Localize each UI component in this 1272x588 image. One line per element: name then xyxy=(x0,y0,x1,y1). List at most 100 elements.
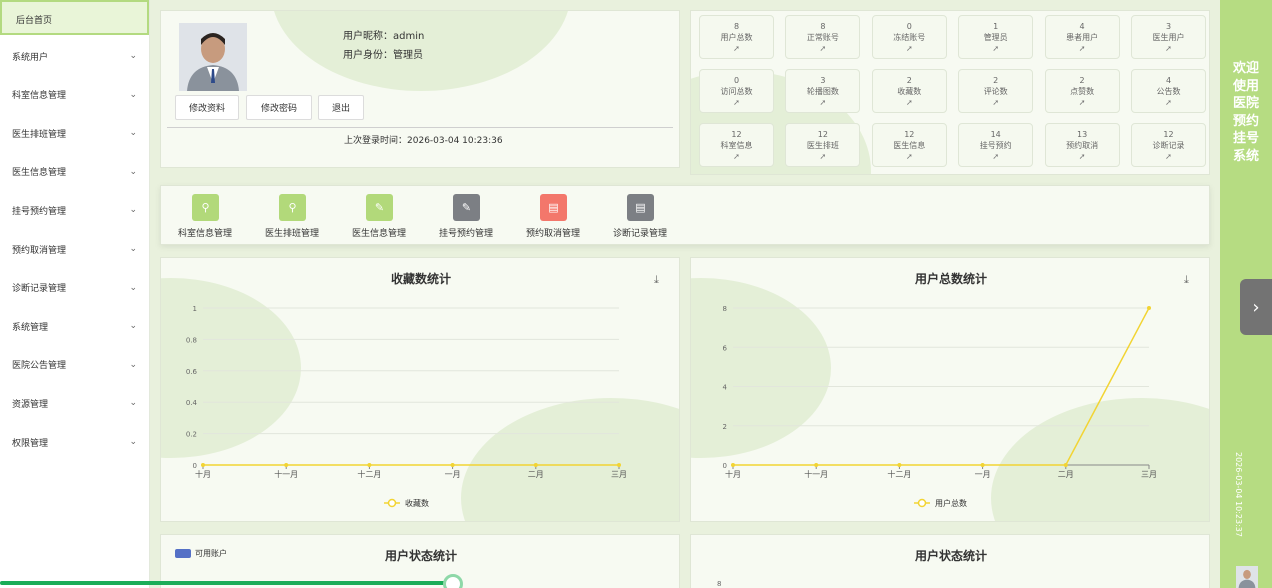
stat-card[interactable]: 2 评论数 ➚ xyxy=(958,69,1034,113)
stat-card[interactable]: 14 挂号预约 ➚ xyxy=(958,123,1034,167)
data-point xyxy=(731,463,735,467)
send-arrow-icon: ➚ xyxy=(992,152,1000,161)
stat-card[interactable]: 8 正常账号 ➚ xyxy=(785,15,861,59)
legend-marker xyxy=(917,498,927,508)
stat-card[interactable]: 12 医生排班 ➚ xyxy=(785,123,861,167)
legend-label: 收藏数 xyxy=(405,498,429,508)
stat-card[interactable]: 3 轮播图数 ➚ xyxy=(785,69,861,113)
x-tick-label: 二月 xyxy=(1058,470,1074,479)
main-content: 用户昵称：admin 用户身份：管理员 修改资料 修改密码 退出 上次登录时间：… xyxy=(150,0,1220,588)
stat-label: 用户总数 xyxy=(720,33,753,42)
quick-link-label[interactable]: 诊断记录管理 xyxy=(598,226,682,239)
sidebar-item[interactable]: 系统管理 ⌄ xyxy=(0,307,149,345)
stat-card[interactable]: 12 医生信息 ➚ xyxy=(871,123,947,167)
stat-value: 12 xyxy=(731,130,742,139)
stat-label: 患者用户 xyxy=(1066,33,1099,42)
document-icon[interactable]: ▤ xyxy=(627,194,654,221)
x-tick-label: 三月 xyxy=(611,470,627,479)
progress-knob[interactable] xyxy=(443,574,463,588)
sidebar-item[interactable]: 医生信息管理 ⌄ xyxy=(0,153,149,191)
profile-panel: 用户昵称：admin 用户身份：管理员 修改资料 修改密码 退出 上次登录时间：… xyxy=(160,10,680,168)
stat-label: 评论数 xyxy=(983,87,1008,96)
data-point xyxy=(897,463,902,467)
x-tick-label: 十一月 xyxy=(804,469,828,479)
data-point xyxy=(450,463,455,467)
chevron-down-icon: ⌄ xyxy=(129,205,137,216)
stat-value: 1 xyxy=(993,22,999,31)
stat-card[interactable]: 4 患者用户 ➚ xyxy=(1044,15,1120,59)
sidebar-item[interactable]: 医院公告管理 ⌄ xyxy=(0,346,149,384)
stat-value: 12 xyxy=(1163,130,1174,139)
sidebar-item[interactable]: 权限管理 ⌄ xyxy=(0,423,149,461)
y-tick-label: 0.2 xyxy=(186,431,197,439)
sidebar-item-label: 科室信息管理 xyxy=(12,91,67,102)
edit-icon[interactable]: ✎ xyxy=(453,194,480,221)
quick-link-label[interactable]: 科室信息管理 xyxy=(163,226,247,239)
sidebar-item[interactable]: 挂号预约管理 ⌄ xyxy=(0,191,149,229)
search-icon[interactable]: ⚲ xyxy=(279,194,306,221)
sidebar-item-home[interactable]: 后台首页 xyxy=(0,0,149,35)
sidebar-item-label: 诊断记录管理 xyxy=(12,284,67,295)
user-avatar[interactable] xyxy=(1236,566,1258,588)
stat-card[interactable]: 4 公告数 ➚ xyxy=(1131,69,1206,113)
stat-card[interactable]: 2 收藏数 ➚ xyxy=(871,69,947,113)
document-icon[interactable]: ▤ xyxy=(540,194,567,221)
send-arrow-icon: ➚ xyxy=(992,44,1000,53)
data-point xyxy=(980,463,985,467)
send-arrow-icon: ➚ xyxy=(1165,44,1172,53)
sidebar-item[interactable]: 科室信息管理 ⌄ xyxy=(0,76,149,114)
sidebar-item[interactable]: 预约取消管理 ⌄ xyxy=(0,230,149,268)
status-chart-panel-left: 可用账户 用户状态统计 xyxy=(160,534,680,588)
chart-panel-favorites: 收藏数统计 ⤓ 0 0.2 0.4 0.6 0.8 1 十月 十一月 十二月 一月 二月 三月 收藏数 xyxy=(160,257,680,522)
stat-card[interactable]: 12 科室信息 ➚ xyxy=(699,123,774,167)
quick-link-label[interactable]: 挂号预约管理 xyxy=(424,226,508,239)
sidebar-item[interactable]: 系统用户 ⌄ xyxy=(0,37,149,75)
stat-card[interactable]: 1 管理员 ➚ xyxy=(958,15,1034,59)
stat-card[interactable]: 12 诊断记录 ➚ xyxy=(1131,123,1206,167)
legend-marker xyxy=(387,498,397,508)
y-tick-label: 0 xyxy=(723,462,727,470)
chevron-down-icon: ⌄ xyxy=(129,321,137,332)
stat-label: 医生用户 xyxy=(1152,33,1185,42)
stat-value: 8 xyxy=(820,22,826,31)
quick-link-label[interactable]: 预约取消管理 xyxy=(511,226,595,239)
x-tick-label: 十二月 xyxy=(357,469,381,479)
sidebar-item-label: 挂号预约管理 xyxy=(12,206,67,217)
stat-card[interactable]: 13 预约取消 ➚ xyxy=(1044,123,1120,167)
sidebar-item[interactable]: 医生排班管理 ⌄ xyxy=(0,114,149,152)
stat-label: 公告数 xyxy=(1156,87,1181,96)
stat-card[interactable]: 2 点赞数 ➚ xyxy=(1044,69,1120,113)
last-login-value: 2026-03-04 10:23:36 xyxy=(407,136,503,146)
stat-card[interactable]: 0 访问总数 ➚ xyxy=(699,69,774,113)
quick-link-label[interactable]: 医生排班管理 xyxy=(250,226,334,239)
legend-swatch xyxy=(175,549,191,558)
chevron-down-icon: ⌄ xyxy=(129,51,137,61)
edit-icon[interactable]: ✎ xyxy=(366,194,393,221)
y-tick-label: 1 xyxy=(193,305,197,313)
quick-link-label[interactable]: 医生信息管理 xyxy=(337,226,421,239)
logout-button[interactable]: 退出 xyxy=(318,95,364,120)
status-chart-panel-right: 用户状态统计 8 xyxy=(690,534,1210,588)
change-password-button[interactable]: 修改密码 xyxy=(246,95,312,120)
x-tick-label: 十一月 xyxy=(274,469,298,479)
stat-label: 科室信息 xyxy=(720,141,753,150)
sidebar-item[interactable]: 诊断记录管理 ⌄ xyxy=(0,269,149,307)
stat-label: 管理员 xyxy=(983,33,1008,42)
stat-card[interactable]: 8 用户总数 ➚ xyxy=(699,15,774,59)
sidebar-item-label: 系统用户 xyxy=(12,52,49,63)
send-arrow-icon: ➚ xyxy=(992,98,1000,107)
role-value: 管理员 xyxy=(393,50,423,61)
x-tick-label: 二月 xyxy=(528,470,544,479)
stat-label: 访问总数 xyxy=(720,87,753,96)
send-arrow-icon: ➚ xyxy=(905,152,913,161)
stat-value: 2 xyxy=(1079,76,1085,85)
stat-card[interactable]: 0 冻结账号 ➚ xyxy=(871,15,947,59)
stat-card[interactable]: 3 医生用户 ➚ xyxy=(1131,15,1206,59)
edit-profile-button[interactable]: 修改资料 xyxy=(175,95,239,120)
sidebar-item[interactable]: 资源管理 ⌄ xyxy=(0,384,149,422)
search-icon[interactable]: ⚲ xyxy=(192,194,219,221)
loading-progress-bar xyxy=(0,581,452,585)
stat-value: 0 xyxy=(733,76,740,85)
data-point xyxy=(1063,463,1068,467)
chevron-right-icon[interactable]: › xyxy=(1240,279,1272,335)
